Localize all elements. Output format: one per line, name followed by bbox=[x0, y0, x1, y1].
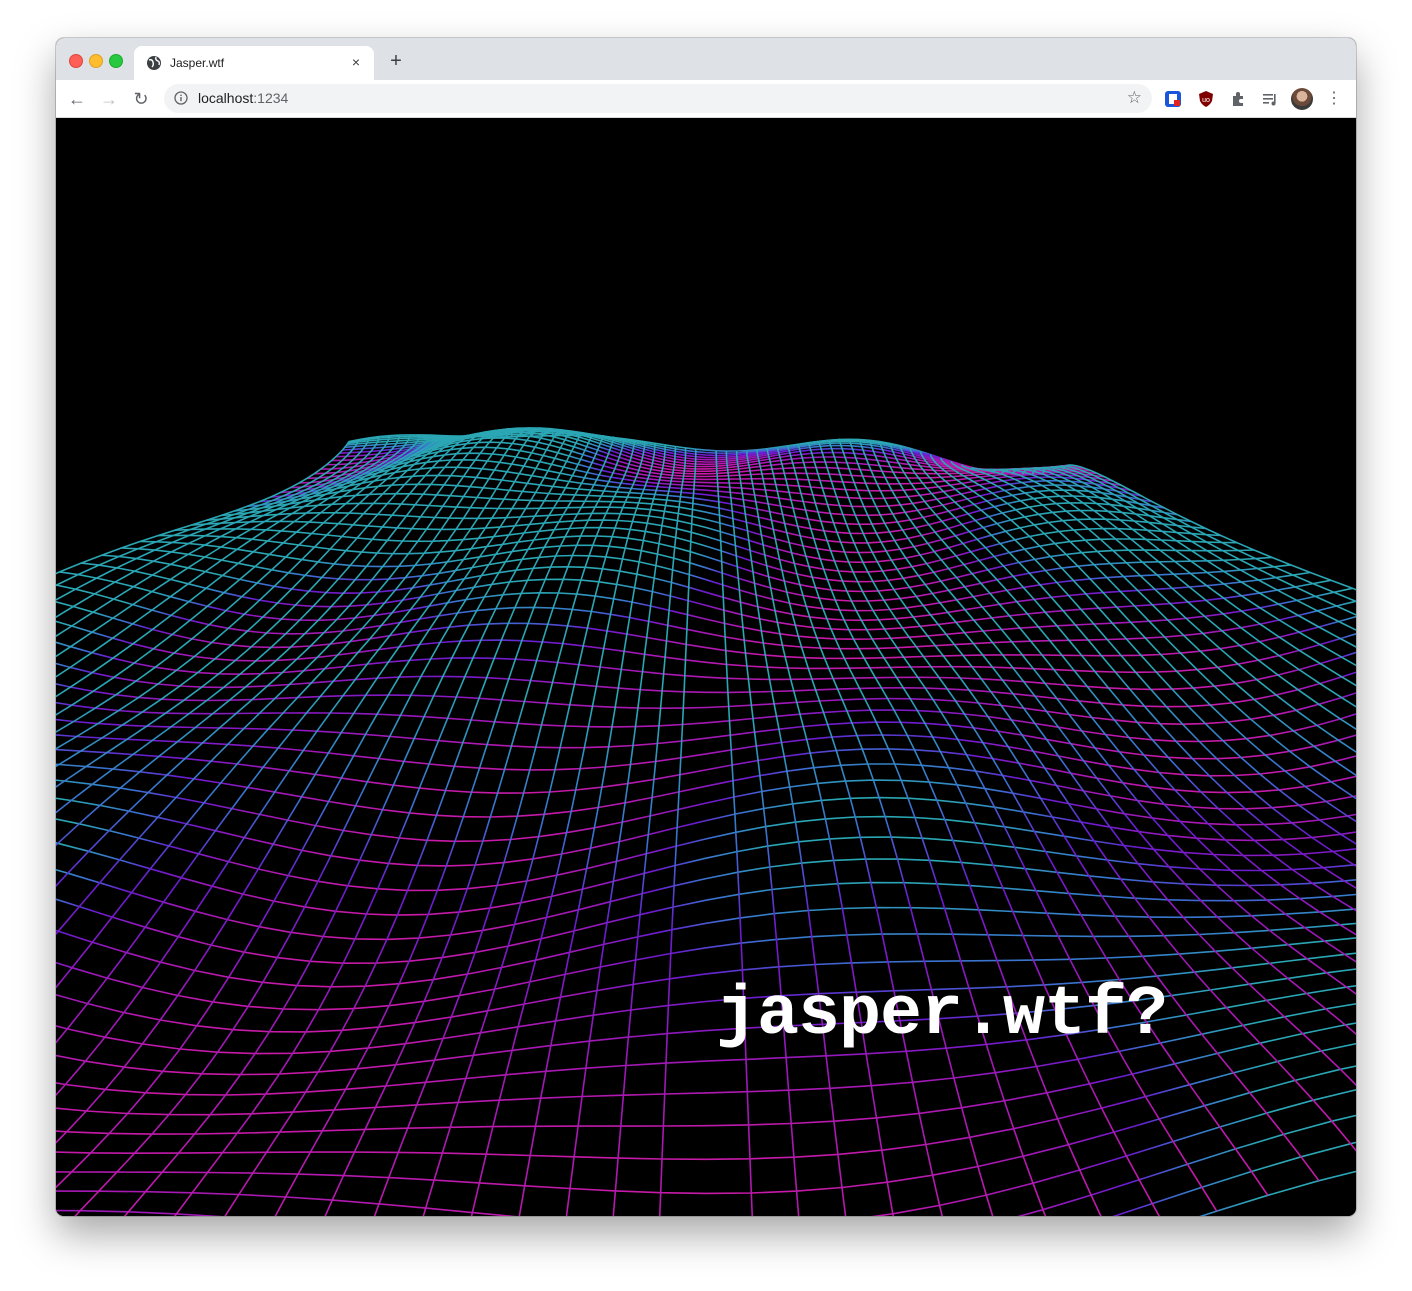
browser-tab[interactable]: Jasper.wtf × bbox=[134, 46, 374, 80]
back-button[interactable]: ← bbox=[66, 88, 88, 110]
url-port: :1234 bbox=[253, 90, 289, 106]
ublock-icon[interactable]: uo bbox=[1197, 90, 1215, 108]
close-window-button[interactable] bbox=[69, 54, 83, 68]
page-viewport: jasper.wtf? bbox=[56, 118, 1356, 1216]
media-icon[interactable] bbox=[1261, 90, 1279, 108]
browser-toolbar: ← → ↻ localhost:1234 ☆ uo ⋮ bbox=[56, 80, 1356, 118]
terrain-column-line bbox=[807, 442, 1218, 1212]
tab-title: Jasper.wtf bbox=[170, 56, 225, 70]
terrain-column-line bbox=[56, 427, 554, 1144]
address-bar[interactable]: localhost:1234 ☆ bbox=[164, 84, 1152, 113]
forward-button[interactable]: → bbox=[98, 88, 120, 110]
info-icon[interactable] bbox=[174, 91, 188, 105]
puzzle-icon[interactable] bbox=[1229, 90, 1247, 108]
url-host: localhost bbox=[198, 90, 254, 106]
avatar[interactable] bbox=[1291, 88, 1313, 110]
terrain-column-line bbox=[735, 450, 847, 1216]
url-text[interactable]: localhost:1234 bbox=[198, 90, 288, 107]
terrain-column-line bbox=[991, 468, 1356, 708]
svg-text:uo: uo bbox=[1202, 97, 1210, 104]
zoom-window-button[interactable] bbox=[109, 54, 123, 68]
page-headline: jasper.wtf? bbox=[716, 976, 1168, 1055]
menu-icon[interactable]: ⋮ bbox=[1326, 89, 1342, 109]
minimize-window-button[interactable] bbox=[89, 54, 103, 68]
reload-button[interactable]: ↻ bbox=[130, 88, 152, 110]
new-tab-button[interactable]: + bbox=[386, 51, 406, 71]
terrain-column-line bbox=[56, 432, 483, 814]
terrain-column-line bbox=[766, 448, 994, 1216]
browser-window: Jasper.wtf × + ← → ↻ localhost:1234 ☆ uo bbox=[56, 38, 1356, 1216]
close-icon[interactable]: × bbox=[348, 54, 364, 70]
terrain-column-line bbox=[746, 450, 895, 1216]
globe-icon bbox=[147, 56, 161, 70]
extension-icon[interactable] bbox=[1164, 90, 1182, 108]
bookmark-star-icon[interactable]: ☆ bbox=[1127, 89, 1142, 107]
terrain-column-line bbox=[658, 449, 697, 1216]
terrain-column-line bbox=[756, 449, 943, 1216]
tab-bar: Jasper.wtf × + bbox=[56, 38, 1356, 80]
